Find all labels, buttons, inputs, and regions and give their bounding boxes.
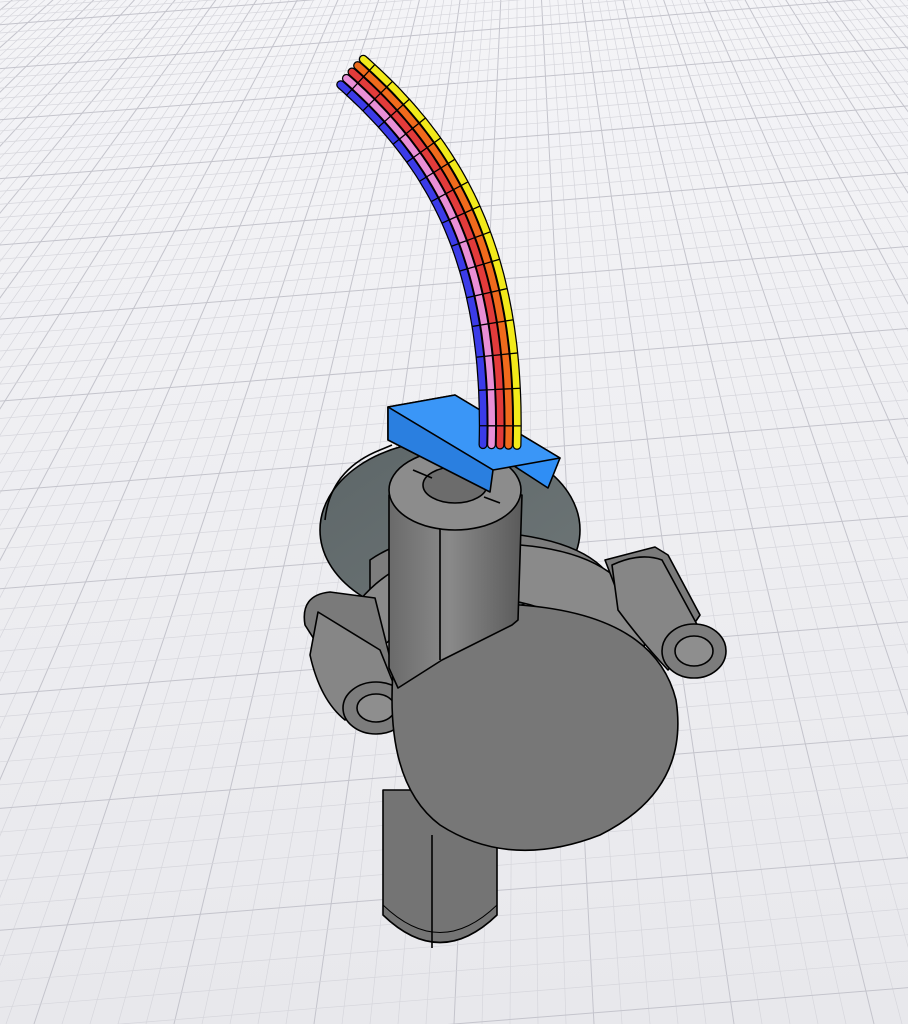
wire-segment-mark (501, 353, 510, 356)
wire-segment-mark (492, 354, 501, 357)
wire-segment-mark (475, 355, 485, 358)
wire-segment-mark (509, 352, 518, 355)
wire-segment-mark (484, 354, 493, 358)
3d-viewport[interactable] (0, 0, 908, 1024)
3d-scene[interactable] (0, 0, 908, 1024)
